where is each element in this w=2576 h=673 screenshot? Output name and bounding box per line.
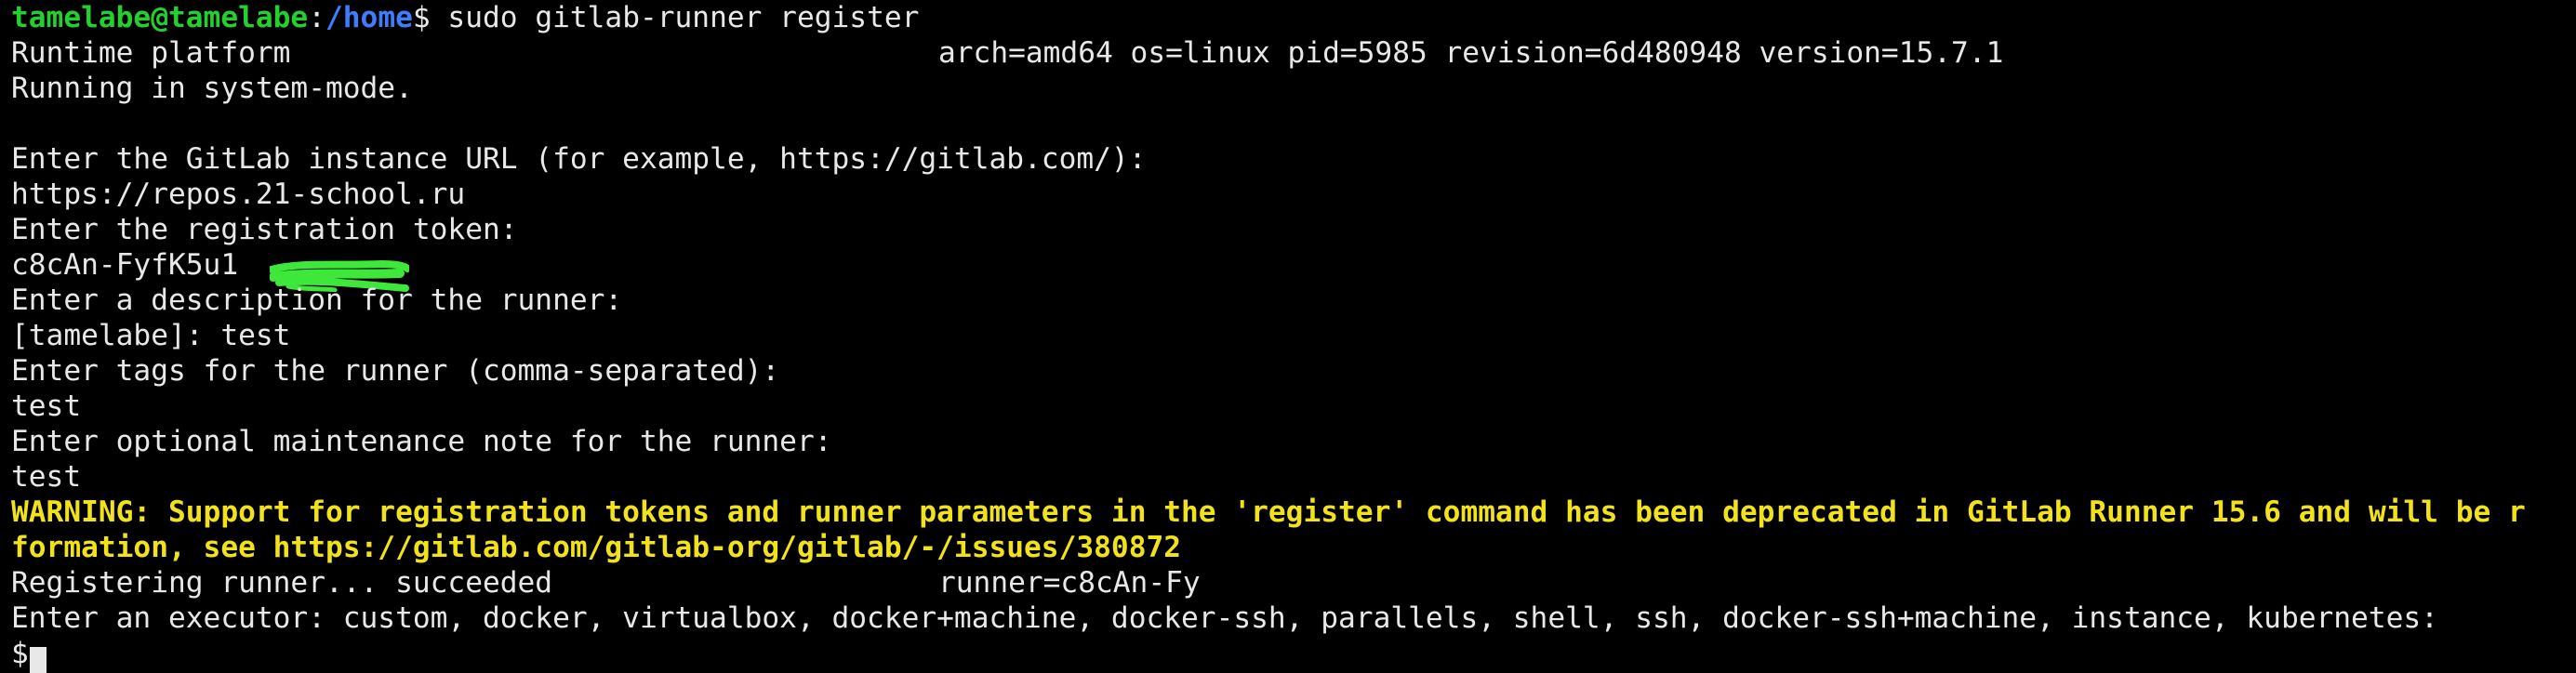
text-cursor[interactable]	[30, 647, 46, 673]
prompt-path: /home	[325, 1, 413, 34]
terminal-window[interactable]: tamelabe@tamelabe:/home$ sudo gitlab-run…	[0, 0, 2576, 673]
tags-value: test	[11, 389, 82, 423]
runtime-platform-info: arch=amd64 os=linux pid=5985 revision=6d…	[938, 36, 2004, 70]
description-value: [tamelabe]: test	[11, 319, 291, 352]
url-prompt: Enter the GitLab instance URL (for examp…	[11, 142, 1147, 176]
deprecation-warning-line-2: formation, see https://gitlab.com/gitlab…	[11, 531, 1182, 564]
note-prompt: Enter optional maintenance note for the …	[11, 425, 832, 458]
prompt-command: sudo gitlab-runner register	[430, 1, 920, 34]
system-mode-line: Running in system-mode.	[11, 72, 413, 105]
url-value: https://repos.21-school.ru	[11, 178, 466, 211]
registering-status: Registering runner... succeeded	[11, 566, 553, 600]
runtime-platform-label: Runtime platform	[11, 36, 291, 70]
tags-prompt: Enter tags for the runner (comma-separat…	[11, 354, 780, 388]
prompt-user-host: tamelabe@tamelabe	[11, 1, 309, 34]
token-value: c8cAn-FyfK5u1	[11, 248, 239, 282]
executor-prompt: Enter an executor: custom, docker, virtu…	[11, 601, 2438, 635]
final-prompt-symbol: $	[11, 637, 29, 670]
token-prompt: Enter the registration token:	[11, 213, 518, 246]
note-value: test	[11, 460, 82, 494]
deprecation-warning-line-1: WARNING: Support for registration tokens…	[11, 495, 2526, 529]
prompt-line: tamelabe@tamelabe:/home$ sudo gitlab-run…	[11, 0, 919, 35]
registering-runner-id: runner=c8cAn-Fy	[938, 566, 1201, 600]
prompt-symbol: $	[412, 1, 431, 34]
prompt-separator: :	[308, 1, 325, 34]
description-prompt: Enter a description for the runner:	[11, 284, 623, 317]
